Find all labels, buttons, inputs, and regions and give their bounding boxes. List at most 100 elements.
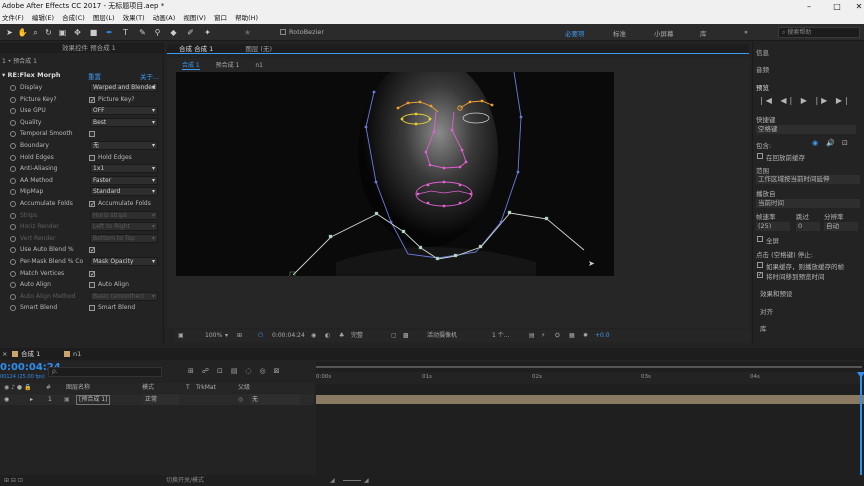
effect-property-checkbox[interactable] xyxy=(89,282,95,289)
mask-tool-icon[interactable]: ■ xyxy=(88,27,99,38)
effect-property-row[interactable]: Per-Mask Blend % Co Mask Opacity xyxy=(0,256,162,268)
parent-pickwhip-icon[interactable]: ◎ xyxy=(238,394,243,405)
effect-property-dropdown[interactable]: Faster xyxy=(90,175,158,185)
reset-exposure-icon[interactable]: ✹ xyxy=(583,330,588,342)
stopwatch-icon[interactable] xyxy=(10,247,16,254)
resolution-select[interactable]: 自动 xyxy=(824,222,858,231)
timeline-tab-n1[interactable]: n1 xyxy=(64,348,81,360)
effect-property-row[interactable]: Picture Key? ✓ Picture Key? xyxy=(0,94,162,106)
exposure-value[interactable]: +0.0 xyxy=(595,330,610,342)
effect-property-dropdown[interactable]: 1x1 xyxy=(90,164,158,174)
region-of-interest-icon[interactable]: ▢ xyxy=(391,330,397,342)
effect-property-dropdown[interactable]: Basic (smoother) xyxy=(90,291,158,301)
effect-property-checkbox[interactable]: ✓ xyxy=(89,270,95,277)
effect-property-row[interactable]: Strips Horiz strips xyxy=(0,210,162,222)
include-video-icon[interactable]: ◉ xyxy=(812,139,818,147)
effect-property-row[interactable]: AA Method Faster xyxy=(0,175,162,187)
stopwatch-icon[interactable] xyxy=(10,189,16,196)
stopwatch-icon[interactable] xyxy=(10,235,16,242)
roto-brush-tool-icon[interactable]: ✐ xyxy=(185,27,196,38)
puppet-tool-icon[interactable]: ✦ xyxy=(202,27,213,38)
menu-view[interactable]: 视图(V) xyxy=(183,14,206,22)
col-trkmat[interactable]: TrkMat xyxy=(196,383,216,393)
timeline-switch-icons[interactable]: ⊞☍⊡▤◌◎⊠ xyxy=(188,367,288,375)
effect-property-row[interactable]: MipMap Standard xyxy=(0,186,162,198)
effect-property-dropdown[interactable]: Horiz strips xyxy=(90,210,158,220)
layer-mode-select[interactable]: 正常 xyxy=(143,394,179,405)
layer-parent-select[interactable]: 无 xyxy=(250,394,300,405)
effect-property-dropdown[interactable]: Left to Right xyxy=(90,222,158,232)
zoom-select[interactable]: 100% xyxy=(205,330,222,342)
stopwatch-icon[interactable] xyxy=(10,177,16,184)
effect-property-row[interactable]: Horiz Render Left to Right xyxy=(0,221,162,233)
layer-tab[interactable]: 图层 (无) xyxy=(245,45,272,53)
flowchart-icon[interactable]: ⛭ xyxy=(555,330,560,342)
col-mode[interactable]: 模式 xyxy=(142,383,154,393)
if-cached-checkbox[interactable] xyxy=(757,262,763,268)
include-overlays-icon[interactable]: ⊡ xyxy=(842,139,848,147)
time-ruler[interactable]: 0:00s 01s 02s 03s 04s xyxy=(316,372,864,384)
layer-track-bar[interactable] xyxy=(316,395,864,404)
pan-behind-tool-icon[interactable]: ✥ xyxy=(72,27,83,38)
menu-animation[interactable]: 动画(A) xyxy=(153,14,176,22)
eraser-tool-icon[interactable]: ◆ xyxy=(168,27,179,38)
layer-visibility-icon[interactable]: ◉ xyxy=(4,394,9,405)
col-parent[interactable]: 父级 xyxy=(238,383,250,393)
move-time-checkbox[interactable]: ✓ xyxy=(757,272,763,278)
effect-reset-link[interactable]: 重置 xyxy=(88,71,101,81)
subtab-comp1[interactable]: 合成 1 xyxy=(182,62,200,70)
effect-about-link[interactable]: 关于... xyxy=(140,71,159,81)
zoom-slider[interactable] xyxy=(343,480,361,481)
subtab-precomp1[interactable]: 预合成 1 xyxy=(216,62,240,69)
effect-property-checkbox[interactable] xyxy=(89,154,95,161)
camera-select[interactable]: 活动摄像机 xyxy=(427,330,457,342)
layer-expand-icon[interactable]: ▸ xyxy=(30,394,33,405)
stopwatch-icon[interactable] xyxy=(10,131,16,138)
close-icon[interactable]: ✕ xyxy=(848,0,864,13)
effect-property-row[interactable]: Display Warped and Blended xyxy=(0,82,162,94)
snapshot-icon[interactable]: ◉ xyxy=(311,330,316,342)
col-layer-name[interactable]: 图层名称 xyxy=(66,383,90,393)
stopwatch-icon[interactable] xyxy=(10,119,16,126)
stopwatch-icon[interactable] xyxy=(10,154,16,161)
effect-property-dropdown[interactable]: OFF xyxy=(90,106,158,116)
brush-tool-icon[interactable]: ✎ xyxy=(137,27,148,38)
timeline-close-icon[interactable]: × xyxy=(2,348,7,360)
effect-property-checkbox[interactable] xyxy=(89,131,95,138)
stopwatch-icon[interactable] xyxy=(10,224,16,231)
type-tool-icon[interactable]: T xyxy=(120,27,131,38)
stopwatch-icon[interactable] xyxy=(10,259,16,265)
menu-help[interactable]: 帮助(H) xyxy=(235,14,258,22)
effect-property-checkbox[interactable] xyxy=(89,305,95,312)
workspace-library[interactable]: 库 xyxy=(700,28,707,38)
effect-property-dropdown[interactable]: Bottom to Top xyxy=(90,233,158,243)
effect-property-row[interactable]: Use Auto Blend % ✓ xyxy=(0,244,162,256)
toggle-switches-modes[interactable]: 切换开关/模式 xyxy=(166,475,204,486)
workspace-essentials[interactable]: 必要项 xyxy=(565,28,585,38)
workspace-small-screen[interactable]: 小屏幕 xyxy=(654,28,674,38)
search-help-input[interactable]: ⌕ 搜索帮助 xyxy=(778,27,860,38)
composition-viewer[interactable]: ➤ xyxy=(176,72,614,276)
fit-icon[interactable]: ⊞ xyxy=(237,330,242,342)
menu-composition[interactable]: 合成(C) xyxy=(62,14,85,22)
timeline-icon[interactable]: ▦ xyxy=(569,330,575,342)
play-from-select[interactable]: 当前时间 xyxy=(756,199,860,208)
minimize-icon[interactable]: – xyxy=(798,0,820,13)
align-header[interactable]: 对齐 xyxy=(760,306,864,316)
stopwatch-icon[interactable] xyxy=(10,270,16,277)
effect-property-dropdown[interactable]: Warped and Blended xyxy=(90,83,158,92)
effect-property-row[interactable]: Temporal Smooth xyxy=(0,128,162,140)
current-time-indicator[interactable] xyxy=(860,372,862,475)
menu-window[interactable]: 窗口 xyxy=(214,14,227,22)
timeline-search-input[interactable]: ρ. xyxy=(48,367,162,377)
menu-file[interactable]: 文件(F) xyxy=(2,14,24,22)
effect-property-row[interactable]: Accumulate Folds ✓ Accumulate Folds xyxy=(0,198,162,210)
layer-row[interactable]: ◉ ▸ 1 ▣ [预合成 1] 正常 ◎ 无 xyxy=(0,394,314,405)
layer-name[interactable]: [预合成 1] xyxy=(76,395,111,405)
stopwatch-icon[interactable] xyxy=(10,96,16,103)
effect-property-row[interactable]: Smart Blend Smart Blend xyxy=(0,302,162,314)
stopwatch-icon[interactable] xyxy=(10,85,16,91)
timeline-tab-comp1[interactable]: 合成 1 xyxy=(12,348,40,360)
effect-property-row[interactable]: Boundary 无 xyxy=(0,140,162,152)
zoom-out-icon[interactable]: ◢ xyxy=(330,475,335,486)
